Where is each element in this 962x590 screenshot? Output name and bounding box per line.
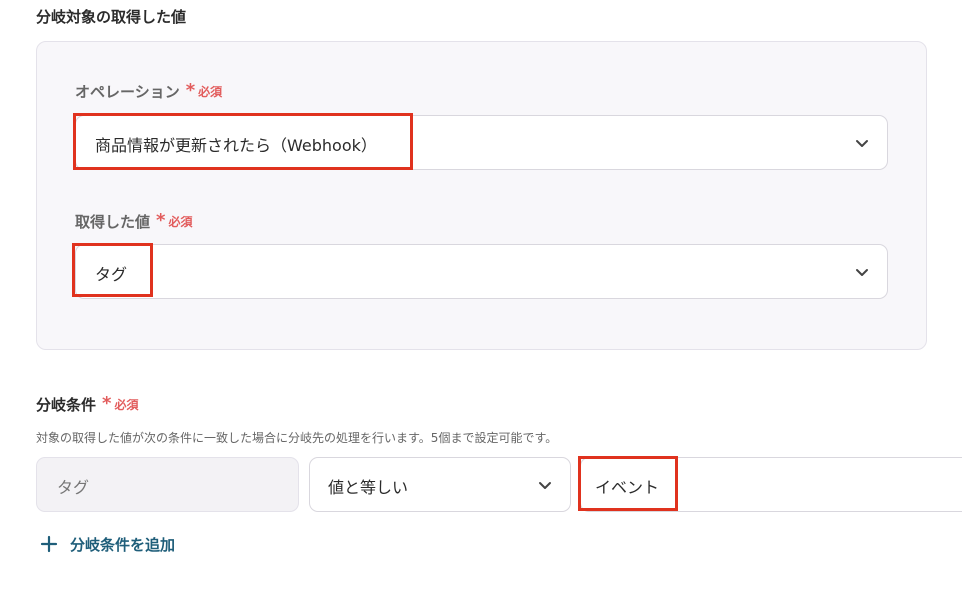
acquired-value-select[interactable]: タグ xyxy=(75,244,888,299)
required-text: 必須 xyxy=(168,214,193,229)
required-text: 必須 xyxy=(114,397,139,412)
required-text: 必須 xyxy=(198,84,223,99)
required-asterisk: * xyxy=(156,210,166,231)
plus-icon xyxy=(40,535,58,553)
chevron-down-icon xyxy=(539,481,551,489)
condition-section-title: 分岐条件 * 必須 xyxy=(36,393,138,415)
chevron-down-icon xyxy=(856,268,868,276)
add-condition-button[interactable]: 分岐条件を追加 xyxy=(40,533,175,555)
condition-operator-value: 値と等しい xyxy=(328,478,409,497)
operation-label-text: オペレーション xyxy=(75,82,180,101)
required-asterisk: * xyxy=(185,80,196,101)
operation-label: オペレーション * 必須 xyxy=(75,81,222,101)
source-section-title: 分岐対象の取得した値 xyxy=(36,8,187,26)
acquired-value-highlight xyxy=(72,243,153,297)
condition-field-value: タグ xyxy=(57,478,90,497)
condition-value-highlight xyxy=(578,456,678,511)
condition-title-text: 分岐条件 xyxy=(36,395,97,414)
chevron-down-icon xyxy=(856,139,868,147)
condition-field-input: タグ xyxy=(36,457,299,512)
operation-highlight xyxy=(73,113,413,170)
condition-help-text: 対象の取得した値が次の条件に一致した場合に分岐先の処理を行います。5個まで設定可… xyxy=(36,431,558,445)
condition-operator-select[interactable]: 値と等しい xyxy=(309,457,571,512)
acquired-value-label-text: 取得した値 xyxy=(75,212,151,231)
acquired-value-label: 取得した値 * 必須 xyxy=(75,211,192,231)
required-asterisk: * xyxy=(102,393,112,414)
add-condition-label: 分岐条件を追加 xyxy=(70,535,176,554)
